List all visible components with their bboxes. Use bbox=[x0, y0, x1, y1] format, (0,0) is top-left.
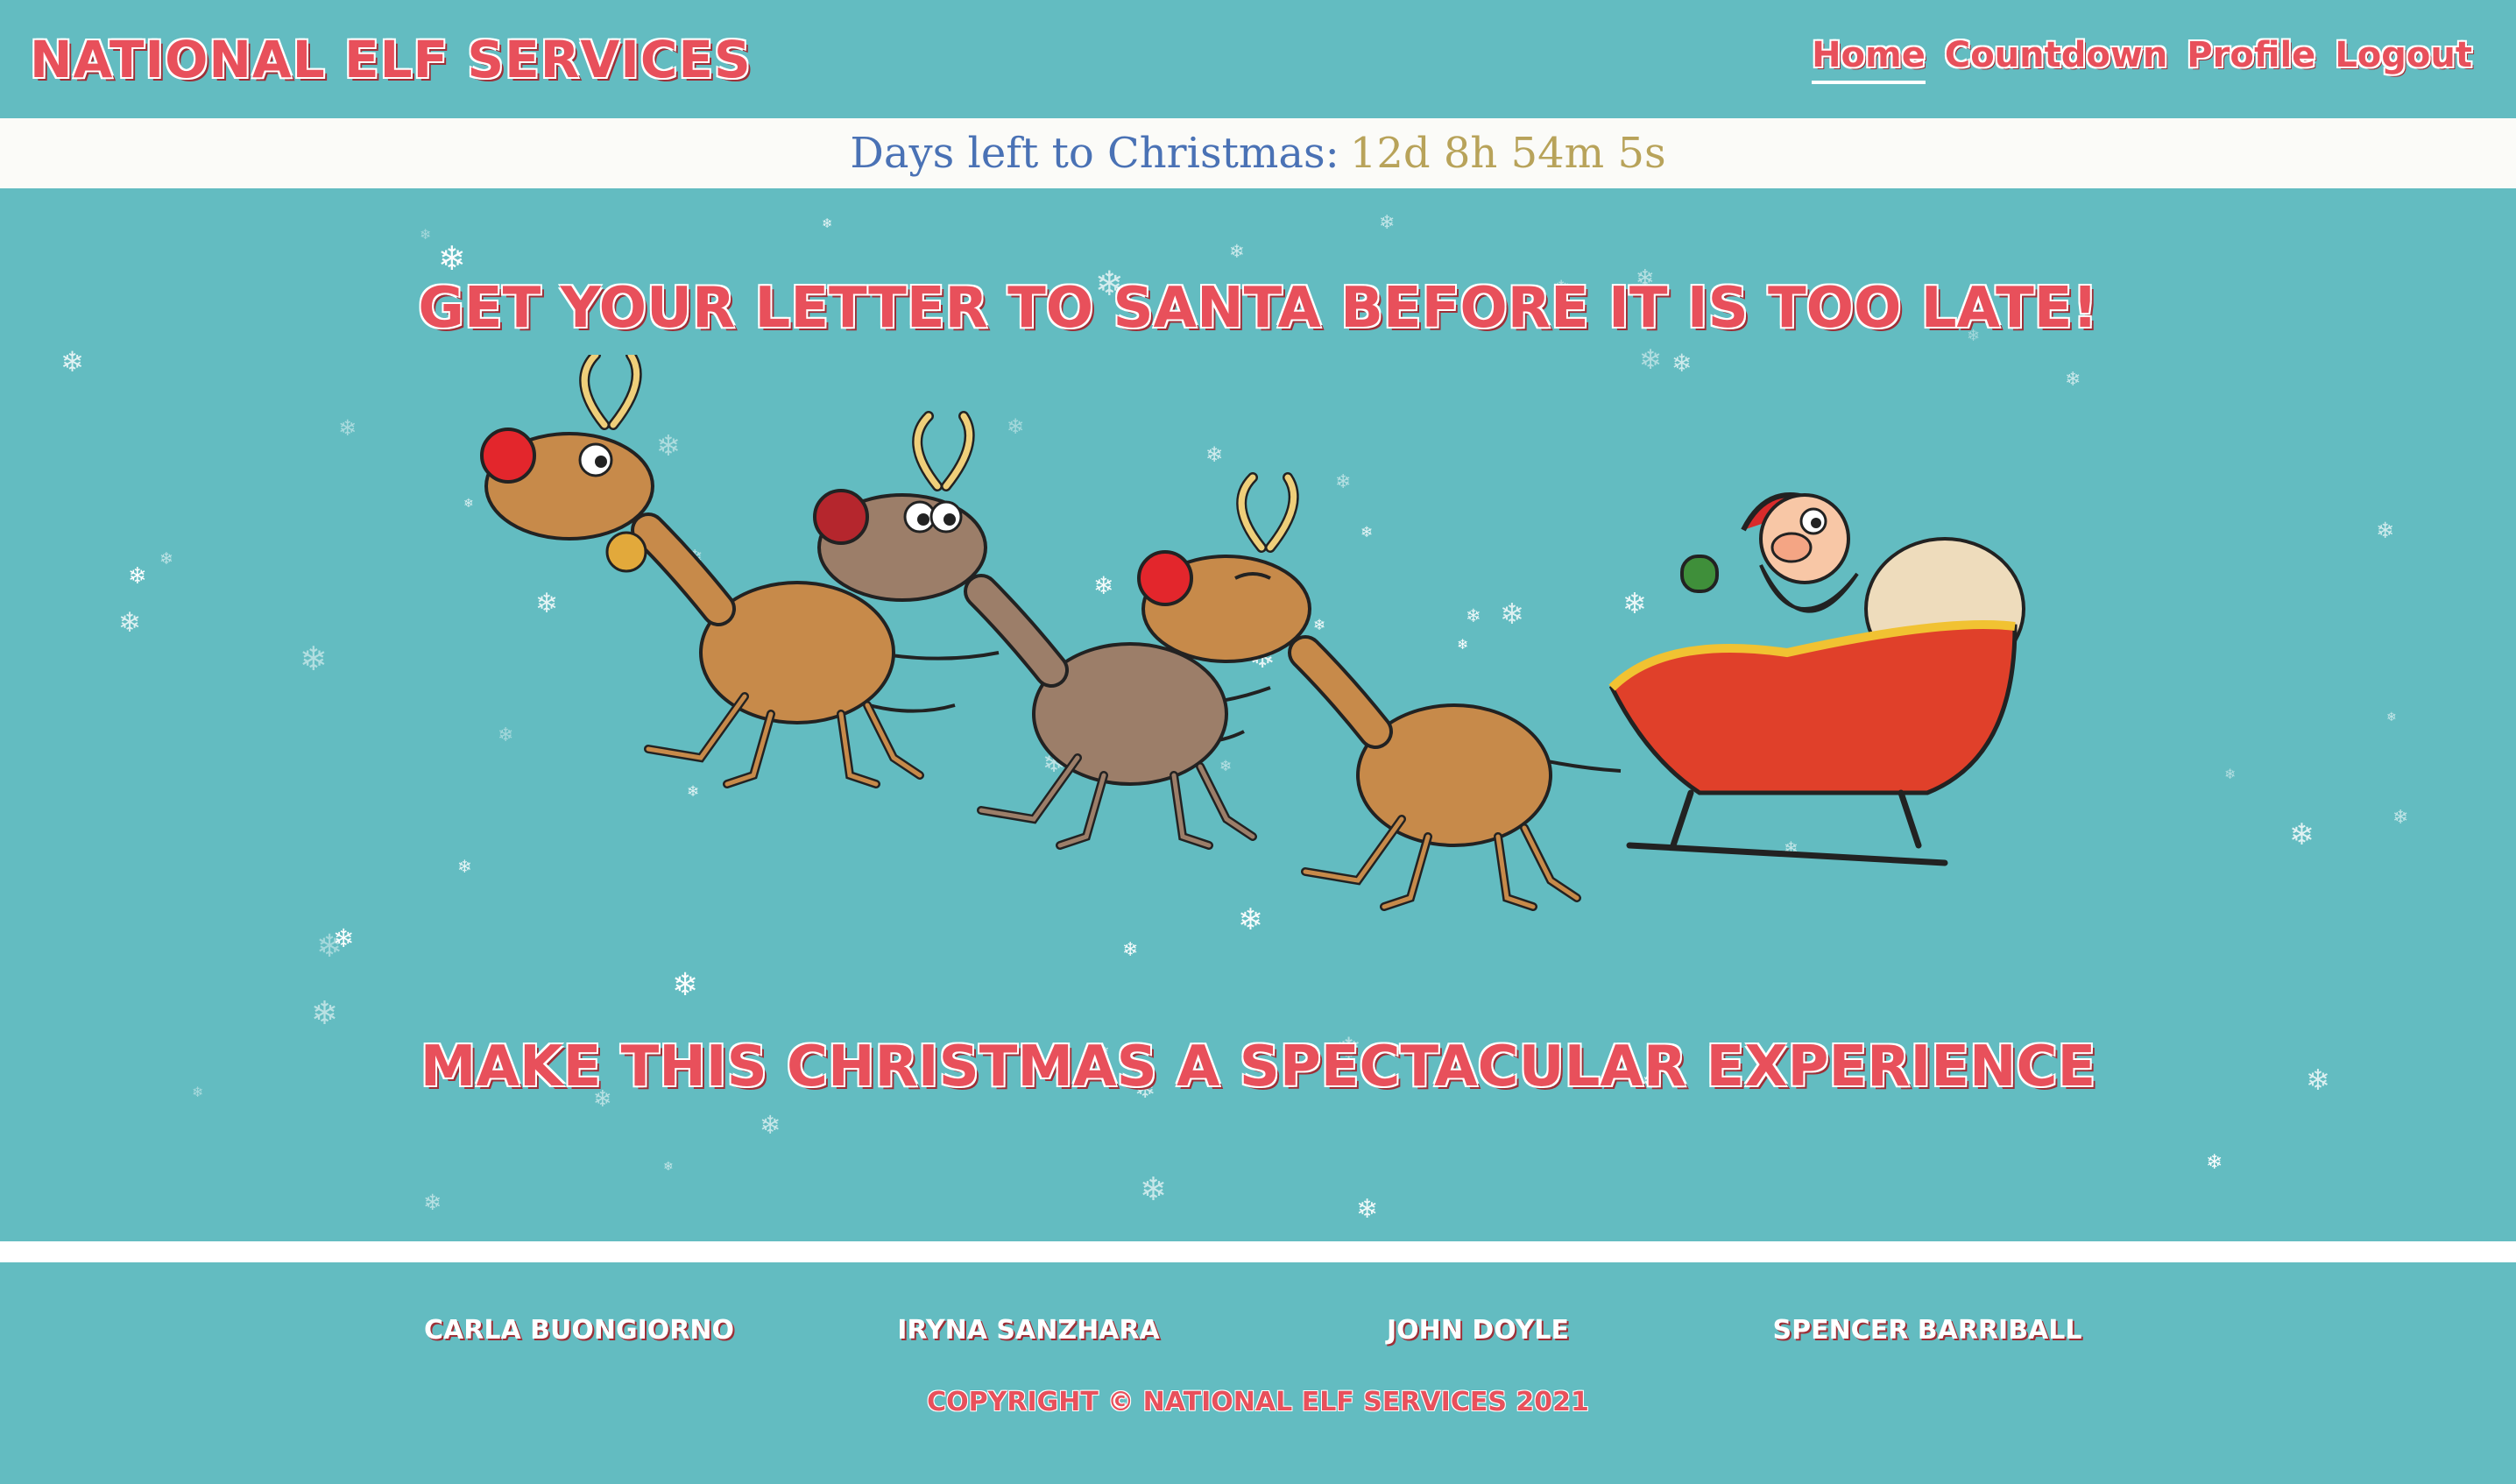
snowflake-icon: ❄ bbox=[2206, 1151, 2223, 1174]
countdown-bar: Days left to Christmas: 12d 8h 54m 5s bbox=[0, 118, 2516, 188]
brand-logo[interactable]: National Elf Services bbox=[30, 30, 752, 89]
author-name: Spencer Barriball bbox=[1772, 1315, 2082, 1346]
snowflake-icon: ❄ bbox=[118, 607, 141, 639]
authors-list: Carla Buongiorno Iryna Sanzhara John Doy… bbox=[0, 1315, 2516, 1359]
snowflake-icon: ❄ bbox=[1379, 212, 1396, 234]
author-name: John Doyle bbox=[1387, 1315, 1569, 1346]
snowflake-icon: ❄ bbox=[2289, 817, 2315, 852]
snowflake-icon: ❄ bbox=[2224, 766, 2237, 782]
hero-tagline: Make this Christmas a spectacular experi… bbox=[420, 1035, 2096, 1099]
hero-section: ❄ ❄ ❄ ❄ ❄ ❄ ❄ ❄ ❄ ❄ ❄ ❄ ❄ ❄ ❄ ❄ ❄ ❄ ❄ ❄ ❄ ❄ ❄ ❄ ❄ ❄ ❄ ❄ ❄ ❄ ❄ ❄ ❄ ❄ ❄ ❄ ❄ ❄ ❄ ❄… bbox=[0, 188, 2516, 1241]
snowflake-icon: ❄ bbox=[2392, 807, 2409, 829]
hero-headline: Get your letter to Santa before it is to… bbox=[418, 276, 2098, 341]
snowflake-icon: ❄ bbox=[128, 563, 147, 590]
author-name: Iryna Sanzhara bbox=[897, 1315, 1160, 1346]
copyright-text: Copyright © National Elf Services 2021 bbox=[927, 1387, 1589, 1417]
santa-sleigh bbox=[1608, 492, 2025, 866]
snowflake-icon: ❄ bbox=[311, 994, 339, 1032]
snowflake-icon: ❄ bbox=[822, 216, 833, 231]
snowflake-icon: ❄ bbox=[423, 1190, 442, 1215]
snowflake-icon: ❄ bbox=[760, 1110, 781, 1140]
site-footer: Carla Buongiorno Iryna Sanzhara John Doy… bbox=[0, 1262, 2516, 1484]
main-nav: Home Countdown Profile Logout bbox=[1812, 35, 2472, 84]
snowflake-icon: ❄ bbox=[338, 415, 357, 441]
countdown-value: 12d 8h 54m 5s bbox=[1349, 129, 1666, 178]
snowflake-icon: ❄ bbox=[2386, 710, 2397, 724]
snowflake-icon: ❄ bbox=[663, 1160, 674, 1174]
countdown-label: Days left to Christmas: bbox=[850, 129, 1339, 178]
nav-profile-link[interactable]: Profile bbox=[2187, 35, 2315, 84]
footer-divider bbox=[0, 1241, 2516, 1262]
snowflake-icon: ❄ bbox=[60, 345, 84, 378]
nav-countdown-link[interactable]: Countdown bbox=[1945, 35, 2167, 84]
nav-logout-link[interactable]: Logout bbox=[2335, 35, 2472, 84]
snowflake-icon: ❄ bbox=[333, 923, 355, 953]
author-name: Carla Buongiorno bbox=[424, 1315, 734, 1346]
snowflake-icon: ❄ bbox=[1140, 1170, 1168, 1208]
snowflake-icon: ❄ bbox=[420, 226, 432, 243]
nav-home-link[interactable]: Home bbox=[1812, 35, 1926, 84]
santa-sleigh-illustration bbox=[480, 355, 2025, 911]
snowflake-icon: ❄ bbox=[2376, 518, 2394, 543]
snowflake-icon: ❄ bbox=[1356, 1194, 1379, 1225]
site-header: National Elf Services Home Countdown Pro… bbox=[0, 0, 2516, 118]
snowflake-icon: ❄ bbox=[159, 549, 173, 569]
snowflake-icon: ❄ bbox=[1229, 241, 1245, 262]
snowflake-icon: ❄ bbox=[300, 640, 328, 678]
snowflake-icon: ❄ bbox=[438, 239, 466, 278]
